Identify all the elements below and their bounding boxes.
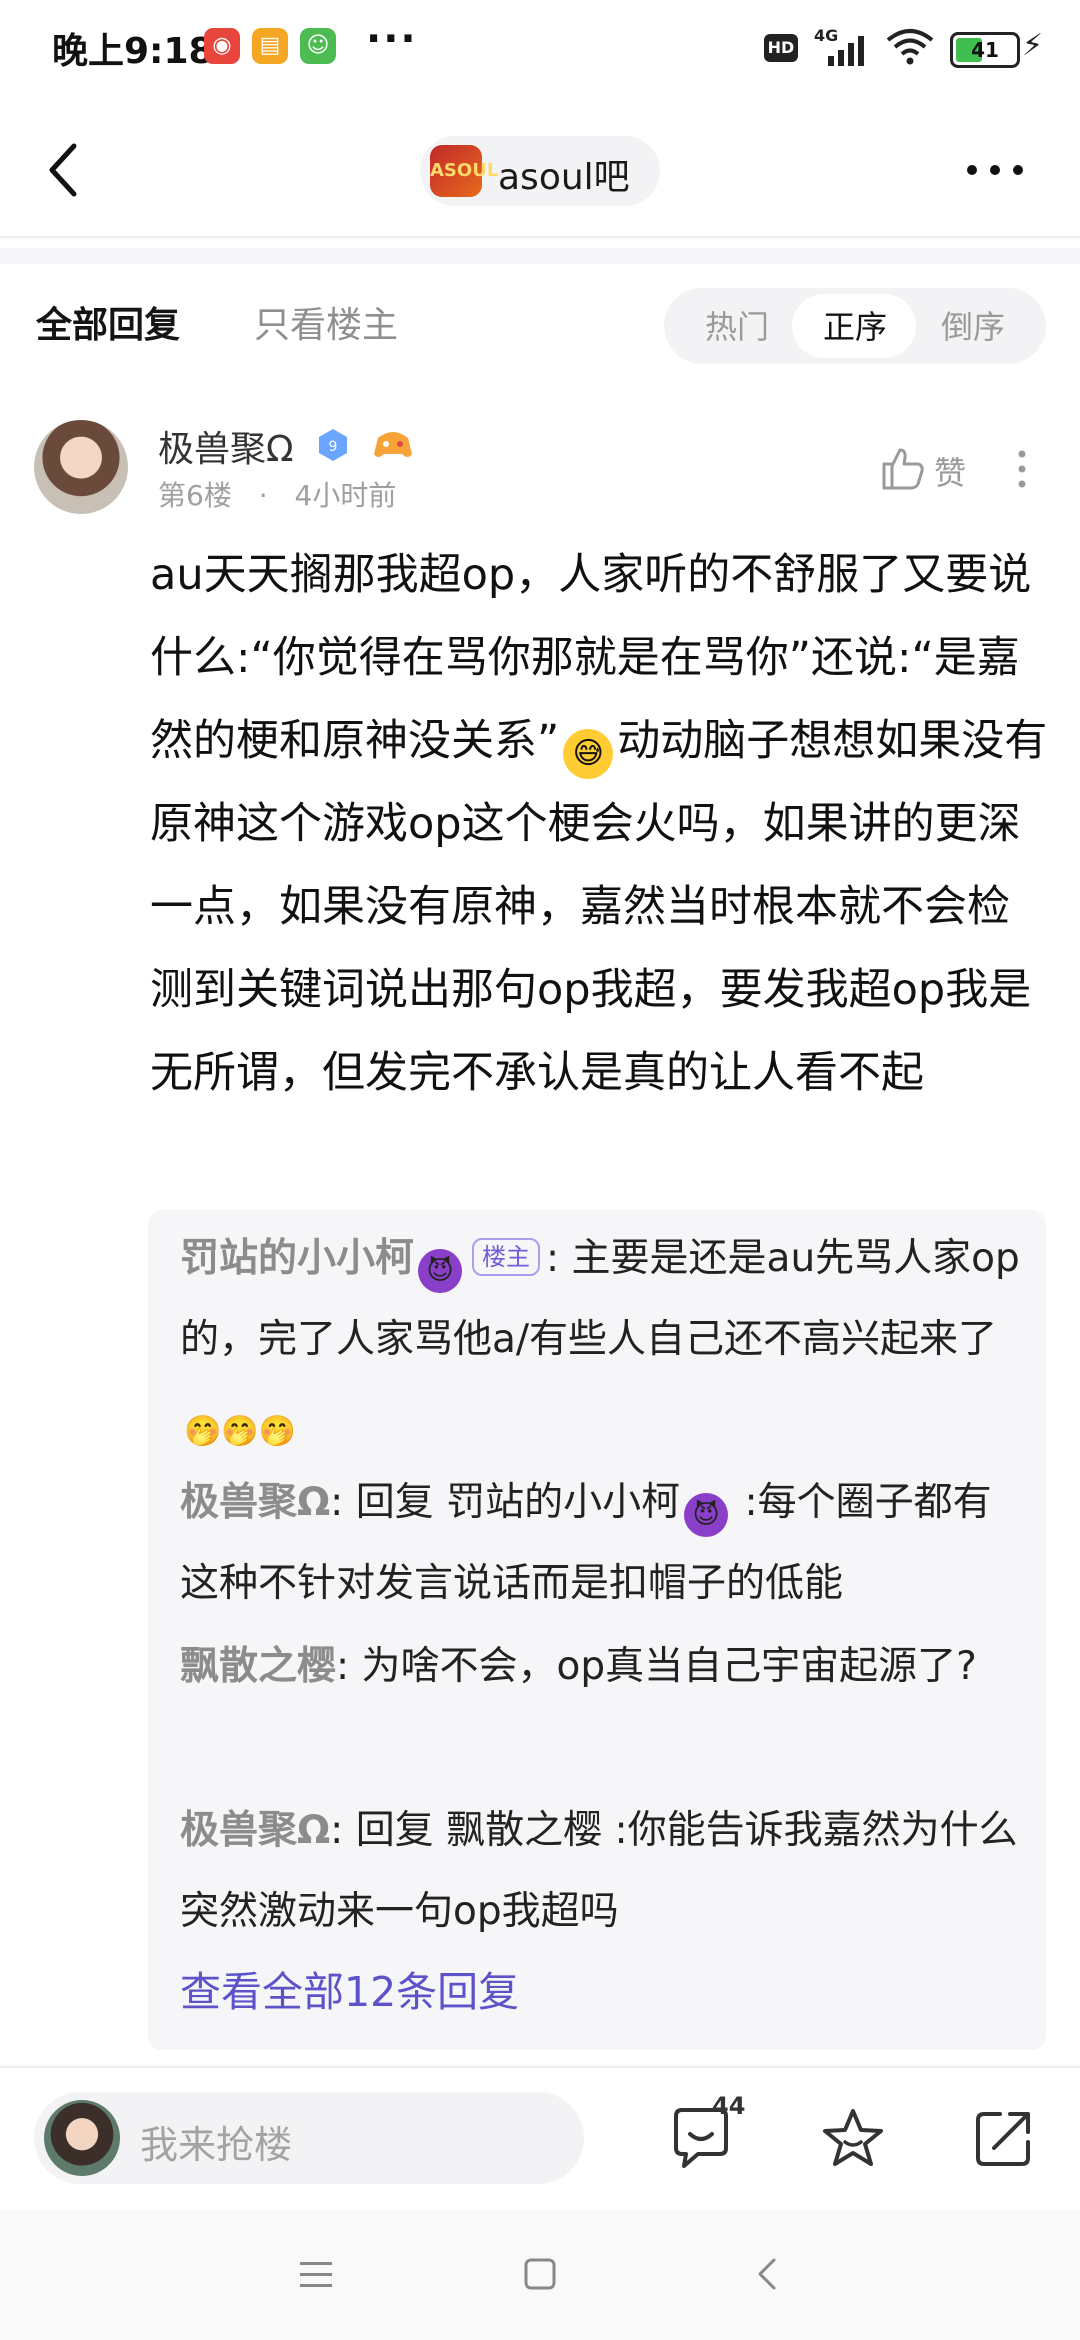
sort-asc[interactable]: 正序 xyxy=(800,302,910,348)
wechat-like-app-icon: ☺ xyxy=(300,28,336,64)
more-icon[interactable] xyxy=(960,140,1030,200)
view-all-replies-link[interactable]: 查看全部12条回复 xyxy=(180,1958,519,2018)
game-icon xyxy=(374,432,412,457)
devil-emoji: 😈 xyxy=(684,1493,729,1537)
owner-tag: 楼主 xyxy=(472,1238,541,1276)
signal-icon xyxy=(828,36,864,66)
status-time: 晚上9:18 xyxy=(52,31,214,72)
section-separator xyxy=(0,248,1080,264)
sub-reply-text: : 回复 罚站的小小柯 xyxy=(330,1480,681,1525)
hd-badge-icon: HD xyxy=(764,34,798,62)
forum-name: asoul吧 xyxy=(498,157,630,198)
back-triangle-icon[interactable] xyxy=(748,2254,788,2294)
home-square-icon[interactable] xyxy=(520,2254,560,2294)
thumbs-up-icon xyxy=(882,448,924,490)
post-more-icon[interactable] xyxy=(1010,444,1034,494)
nav-divider xyxy=(0,236,1080,238)
wifi-icon xyxy=(886,29,934,65)
tab-owner-only[interactable]: 只看楼主 xyxy=(254,296,398,348)
post-time: 4小时前 xyxy=(294,479,397,512)
sort-segmented-control: 热门 正序 倒序 xyxy=(664,288,1046,364)
comment-input-placeholder: 我来抢楼 xyxy=(140,2123,293,2167)
netease-music-icon: ◉ xyxy=(204,28,240,64)
sub-reply-author[interactable]: 飘散之樱 xyxy=(180,1644,336,1689)
star-icon[interactable] xyxy=(820,2106,886,2172)
floor-number: 第6楼 xyxy=(158,479,232,512)
forum-title-pill[interactable]: ASOUL asoul吧 xyxy=(420,136,660,206)
sub-reply-author[interactable]: 罚站的小小柯 xyxy=(180,1236,414,1281)
sweat-smile-emoji: 😅 xyxy=(563,729,614,779)
sub-reply-2[interactable]: 极兽聚Ω: 回复 罚站的小小柯 😈 :每个圈子都有这种不针对发言说话而是扣帽子的低… xyxy=(180,1462,1020,1624)
battery-level: 41 xyxy=(971,38,999,62)
my-avatar xyxy=(44,2100,120,2176)
devil-emoji: 😈 xyxy=(418,1249,463,1293)
status-more-icon: ··· xyxy=(366,16,418,62)
sub-reply-box[interactable]: 罚站的小小柯 😈 楼主: 主要是还是au先骂人家op的，完了人家骂他a/有些人自己还… xyxy=(148,1210,1046,2050)
sub-reply-4[interactable]: 极兽聚Ω: 回复 飘散之樱 :你能告诉我嘉然为什么突然激动来一句op我超吗 xyxy=(180,1790,1020,1952)
sort-hot[interactable]: 热门 xyxy=(682,302,792,348)
back-chevron-icon[interactable] xyxy=(40,138,90,202)
meta-separator: · xyxy=(258,479,268,512)
tab-all-replies[interactable]: 全部回复 xyxy=(36,296,180,348)
sub-reply-1[interactable]: 罚站的小小柯 😈 楼主: 主要是还是au先骂人家op的，完了人家骂他a/有些人自己还… xyxy=(180,1218,1020,1461)
bottom-divider xyxy=(0,2066,1080,2068)
system-nav-bar xyxy=(0,2210,1080,2340)
post-username[interactable]: 极兽聚Ω xyxy=(158,420,294,472)
sub-reply-author[interactable]: 极兽聚Ω xyxy=(180,1480,330,1525)
like-label: 赞 xyxy=(934,454,967,492)
level-badge-icon: 9 xyxy=(319,429,347,461)
comment-count-badge: 44 xyxy=(712,2092,746,2120)
hand-over-mouth-emojis: 🤭🤭🤭 xyxy=(184,1414,297,1449)
sub-reply-text: : 为啥不会，op真当自己宇宙起源了? xyxy=(336,1644,977,1689)
post-meta: 第6楼 · 4小时前 xyxy=(158,474,396,514)
post-body: au天天搁那我超op，人家听的不舒服了又要说什么:“你觉得在骂你那就是在骂你”还… xyxy=(150,534,1050,1115)
comment-input[interactable]: 我来抢楼 xyxy=(34,2092,584,2184)
notes-app-icon: ▤ xyxy=(252,28,288,64)
forum-logo: ASOUL xyxy=(430,145,498,197)
sub-reply-3[interactable]: 飘散之樱: 为啥不会，op真当自己宇宙起源了? xyxy=(180,1626,1020,1707)
avatar[interactable] xyxy=(34,420,128,514)
level-number: 9 xyxy=(329,439,338,455)
sort-desc[interactable]: 倒序 xyxy=(918,302,1028,348)
like-button[interactable]: 赞 xyxy=(880,444,990,494)
charging-icon: ⚡ xyxy=(1022,28,1044,63)
share-icon[interactable] xyxy=(970,2106,1036,2172)
menu-icon[interactable] xyxy=(296,2254,336,2294)
status-bar: 晚上9:18 ◉ ▤ ☺ ··· HD 4G 41 ⚡ xyxy=(0,0,1080,96)
sub-reply-author[interactable]: 极兽聚Ω xyxy=(180,1808,330,1853)
battery-icon: 41 xyxy=(950,32,1020,68)
